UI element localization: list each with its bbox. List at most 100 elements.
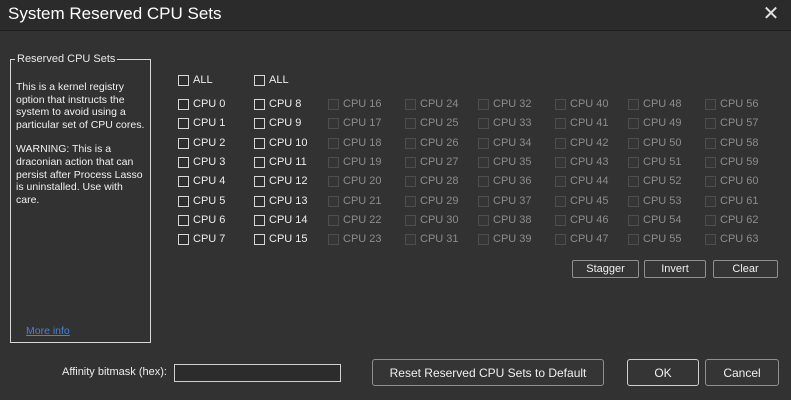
cpu-checkbox: CPU 46 [555,212,609,228]
cpu-checkbox[interactable]: CPU 0 [178,96,225,112]
checkbox-label: CPU 11 [269,156,307,168]
cpu-checkbox[interactable]: CPU 11 [254,154,307,170]
checkbox-label: ALL [193,74,213,86]
cpu-checkbox: CPU 48 [628,96,682,112]
checkbox-label: CPU 19 [343,156,382,168]
cpu-checkbox[interactable]: CPU 3 [178,154,225,170]
checkbox-box[interactable] [178,214,189,226]
clear-button[interactable]: Clear [713,260,778,278]
select-all-checkbox[interactable]: ALL [178,72,213,88]
cpu-checkbox: CPU 17 [328,115,382,131]
checkbox-box [328,117,339,129]
checkbox-box[interactable] [178,137,189,149]
cpu-checkbox: CPU 49 [628,115,682,131]
cpu-checkbox: CPU 32 [478,96,532,112]
checkbox-label: CPU 35 [493,156,532,168]
checkbox-box[interactable] [178,156,189,168]
checkbox-box [328,233,339,245]
checkbox-box [555,98,566,110]
dialog-window: System Reserved CPU Sets ✕ Reserved CPU … [0,0,791,400]
checkbox-label: CPU 43 [570,156,609,168]
cpu-checkbox: CPU 31 [405,231,459,247]
checkbox-box[interactable] [254,195,265,207]
checkbox-label: CPU 0 [193,98,226,110]
checkbox-box [328,214,339,226]
affinity-bitmask-input[interactable] [174,364,341,382]
cpu-checkbox: CPU 21 [328,193,382,209]
checkbox-box [405,175,416,187]
cpu-checkbox[interactable]: CPU 15 [254,231,308,247]
checkbox-box[interactable] [178,98,189,110]
cpu-checkbox[interactable]: CPU 5 [178,193,225,209]
cpu-checkbox[interactable]: CPU 4 [178,173,225,189]
checkbox-label: CPU 62 [720,214,759,226]
checkbox-box [555,175,566,187]
ok-button[interactable]: OK [627,359,699,386]
cpu-checkbox[interactable]: CPU 14 [254,212,308,228]
checkbox-box[interactable] [254,98,265,110]
checkbox-box[interactable] [178,233,189,245]
cpu-checkbox[interactable]: CPU 2 [178,135,225,151]
stagger-button[interactable]: Stagger [572,260,639,278]
cpu-checkbox: CPU 36 [478,173,532,189]
checkbox-box [405,195,416,207]
cpu-checkbox: CPU 50 [628,135,682,151]
checkbox-label: CPU 27 [420,156,459,168]
cpu-checkbox: CPU 24 [405,96,459,112]
cpu-checkbox: CPU 45 [555,193,609,209]
checkbox-box [405,156,416,168]
cpu-checkbox[interactable]: CPU 6 [178,212,225,228]
checkbox-box[interactable] [254,175,265,187]
checkbox-label: CPU 14 [269,214,308,226]
checkbox-box[interactable] [254,214,265,226]
cpu-checkbox[interactable]: CPU 10 [254,135,308,151]
checkbox-box [705,233,716,245]
checkbox-box[interactable] [178,117,189,129]
checkbox-box[interactable] [178,175,189,187]
affinity-bitmask-label: Affinity bitmask (hex): [62,366,167,378]
select-all-checkbox[interactable]: ALL [254,72,289,88]
checkbox-box [628,175,639,187]
checkbox-box [555,117,566,129]
checkbox-box[interactable] [178,74,189,86]
checkbox-box [628,137,639,149]
checkbox-label: CPU 42 [570,137,609,149]
more-info-link[interactable]: More info [26,325,70,337]
checkbox-box [405,233,416,245]
checkbox-label: CPU 37 [493,195,532,207]
cancel-button[interactable]: Cancel [705,359,779,386]
checkbox-box[interactable] [254,137,265,149]
cpu-checkbox[interactable]: CPU 7 [178,231,225,247]
checkbox-box[interactable] [254,74,265,86]
cpu-checkbox: CPU 58 [705,135,759,151]
close-icon[interactable]: ✕ [761,3,781,25]
checkbox-label: CPU 10 [269,137,308,149]
checkbox-label: CPU 1 [193,117,226,129]
checkbox-box[interactable] [254,117,265,129]
cpu-checkbox: CPU 57 [705,115,759,131]
checkbox-box [405,137,416,149]
cpu-checkbox: CPU 41 [555,115,609,131]
checkbox-label: CPU 34 [493,137,532,149]
checkbox-box [478,137,489,149]
checkbox-box[interactable] [254,233,265,245]
cpu-checkbox[interactable]: CPU 13 [254,193,308,209]
checkbox-box[interactable] [178,195,189,207]
cpu-checkbox: CPU 59 [705,154,759,170]
cpu-checkbox: CPU 63 [705,231,759,247]
cpu-checkbox[interactable]: CPU 12 [254,173,308,189]
cpu-checkbox[interactable]: CPU 9 [254,115,301,131]
checkbox-box [478,156,489,168]
checkbox-label: CPU 51 [643,156,682,168]
checkbox-label: CPU 55 [643,233,682,245]
checkbox-label: CPU 53 [643,195,682,207]
cpu-checkbox[interactable]: CPU 8 [254,96,301,112]
cpu-checkbox: CPU 33 [478,115,532,131]
invert-button[interactable]: Invert [644,260,706,278]
checkbox-box[interactable] [254,156,265,168]
checkbox-box [328,98,339,110]
checkbox-label: CPU 57 [720,117,759,129]
checkbox-label: CPU 58 [720,137,759,149]
cpu-checkbox[interactable]: CPU 1 [178,115,225,131]
reset-reserved-cpu-sets-button[interactable]: Reset Reserved CPU Sets to Default [372,359,604,386]
